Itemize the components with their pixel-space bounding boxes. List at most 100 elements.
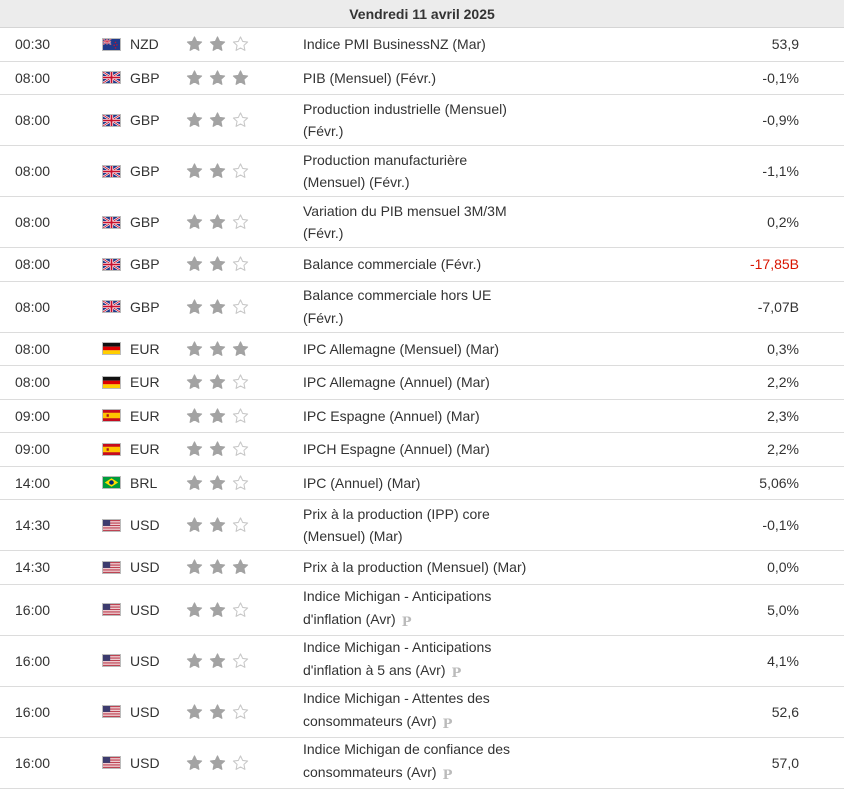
actual-value: 0,2% bbox=[767, 214, 799, 230]
event-name-text: Production industrielle (Mensuel) bbox=[303, 100, 507, 117]
flag-us-icon bbox=[102, 705, 121, 718]
event-name-line: IPC (Annuel) (Mar) bbox=[303, 472, 543, 495]
star-empty-icon bbox=[231, 298, 250, 316]
importance-stars bbox=[185, 754, 250, 772]
star-filled-icon bbox=[185, 516, 204, 534]
event-time: 14:30 bbox=[15, 517, 51, 533]
star-filled-icon bbox=[185, 69, 204, 87]
star-empty-icon bbox=[231, 255, 250, 273]
event-name[interactable]: Indice PMI BusinessNZ (Mar) bbox=[303, 33, 543, 56]
table-row[interactable]: 14:00 BRL IPC (Annuel) (Mar) 5,06% bbox=[0, 467, 844, 500]
table-row[interactable]: 16:00 USD Indice Michigan de confiance des… bbox=[0, 738, 844, 789]
currency-code: EUR bbox=[130, 441, 160, 458]
flag-gb-icon bbox=[102, 257, 121, 271]
event-name-line: Production industrielle (Mensuel) bbox=[303, 98, 543, 121]
flag-gb-icon bbox=[102, 71, 121, 85]
event-time: 08:00 bbox=[15, 374, 51, 391]
event-name[interactable]: Prix à la production (Mensuel) (Mar) bbox=[303, 556, 543, 579]
event-name[interactable]: Indice Michigan de confiance des consomma… bbox=[303, 738, 543, 787]
star-empty-icon bbox=[231, 162, 250, 180]
importance-stars bbox=[185, 652, 250, 670]
event-name[interactable]: IPC Allemagne (Mensuel) (Mar) bbox=[303, 338, 543, 361]
table-row[interactable]: 08:00 GBP Production industrielle (Mensuel… bbox=[0, 95, 844, 146]
event-name-line: (Mensuel) (Mar) bbox=[303, 525, 543, 548]
event-name-text: IPC Allemagne (Annuel) (Mar) bbox=[303, 374, 490, 390]
event-name-line: Indice Michigan - Anticipations bbox=[303, 585, 543, 608]
event-name[interactable]: IPC Espagne (Annuel) (Mar) bbox=[303, 405, 543, 428]
event-list: 00:30 NZD Indice PMI BusinessNZ (Mar) 53,9 0… bbox=[0, 28, 844, 789]
event-name-line: consommateurs (Avr) P bbox=[303, 710, 543, 737]
importance-stars bbox=[185, 601, 250, 619]
actual-value: 0,0% bbox=[767, 559, 799, 576]
event-name-text: Indice Michigan - Attentes des bbox=[303, 690, 490, 706]
star-empty-icon bbox=[231, 754, 250, 772]
table-row[interactable]: 14:30 USD Prix à la production (Mensuel) (… bbox=[0, 551, 844, 585]
star-filled-icon bbox=[208, 440, 227, 458]
actual-value: -7,07B bbox=[757, 298, 799, 315]
event-name[interactable]: Indice Michigan - Anticipations d'inflati… bbox=[303, 585, 543, 634]
event-name-text: consommateurs (Avr) bbox=[303, 763, 437, 780]
event-name[interactable]: Balance commerciale hors UE (Févr.) bbox=[303, 284, 543, 329]
table-row[interactable]: 09:00 EUR IPCH Espagne (Annuel) (Mar) 2,2% bbox=[0, 433, 844, 467]
table-row[interactable]: 16:00 USD Indice Michigan - Anticipations d… bbox=[0, 636, 844, 687]
flag-es-icon bbox=[102, 442, 121, 456]
actual-value: -0,9% bbox=[762, 112, 799, 128]
event-name-text: (Mensuel) (Mar) bbox=[303, 528, 403, 544]
event-name[interactable]: Prix à la production (IPP) core (Mensuel)… bbox=[303, 503, 543, 548]
star-filled-icon bbox=[208, 601, 227, 619]
event-name[interactable]: Variation du PIB mensuel 3M/3M (Févr.) bbox=[303, 200, 543, 245]
event-name-line: (Févr.) bbox=[303, 222, 543, 245]
star-filled-icon bbox=[208, 373, 227, 391]
preliminary-icon: P bbox=[451, 665, 462, 681]
flag-nz-icon bbox=[102, 37, 121, 51]
event-name[interactable]: Production manufacturière (Mensuel) (Févr… bbox=[303, 149, 543, 194]
event-time: 09:00 bbox=[15, 441, 51, 458]
event-time: 08:00 bbox=[15, 298, 51, 315]
event-name-text: (Mensuel) (Févr.) bbox=[303, 174, 410, 190]
importance-stars bbox=[185, 111, 250, 129]
star-filled-icon bbox=[208, 754, 227, 772]
table-row[interactable]: 08:00 EUR IPC Allemagne (Annuel) (Mar) 2,2% bbox=[0, 366, 844, 400]
star-empty-icon bbox=[231, 474, 250, 492]
event-name[interactable]: Indice Michigan - Attentes des consommate… bbox=[303, 687, 543, 736]
importance-stars bbox=[185, 255, 250, 273]
event-name-line: Prix à la production (IPP) core bbox=[303, 503, 543, 526]
star-filled-icon bbox=[231, 558, 250, 576]
event-name[interactable]: PIB (Mensuel) (Févr.) bbox=[303, 67, 543, 90]
event-name[interactable]: Production industrielle (Mensuel) (Févr.) bbox=[303, 98, 543, 143]
table-row[interactable]: 16:00 USD Indice Michigan - Anticipations d… bbox=[0, 585, 844, 636]
importance-stars bbox=[185, 35, 250, 53]
table-row[interactable]: 00:30 NZD Indice PMI BusinessNZ (Mar) 53,9 bbox=[0, 28, 844, 62]
event-name-line: IPC Allemagne (Annuel) (Mar) bbox=[303, 371, 543, 394]
table-row[interactable]: 08:00 GBP Variation du PIB mensuel 3M/3M (F… bbox=[0, 197, 844, 248]
actual-value: 53,9 bbox=[771, 36, 799, 53]
event-name[interactable]: IPC (Annuel) (Mar) bbox=[303, 472, 543, 495]
table-row[interactable]: 08:00 GBP PIB (Mensuel) (Févr.) -0,1% bbox=[0, 62, 844, 95]
flag-de-icon bbox=[102, 375, 121, 389]
event-name[interactable]: Indice Michigan - Anticipations d'inflati… bbox=[303, 636, 543, 685]
currency-code: USD bbox=[130, 601, 160, 618]
table-row[interactable]: 08:00 GBP Production manufacturière (Mensue… bbox=[0, 146, 844, 197]
star-filled-icon bbox=[208, 703, 227, 721]
table-row[interactable]: 09:00 EUR IPC Espagne (Annuel) (Mar) 2,3% bbox=[0, 400, 844, 433]
currency-code: EUR bbox=[130, 407, 160, 424]
event-time: 14:30 bbox=[15, 559, 51, 576]
currency-code: GBP bbox=[130, 214, 160, 230]
table-row[interactable]: 16:00 USD Indice Michigan - Attentes des co… bbox=[0, 687, 844, 738]
table-row[interactable]: 08:00 GBP Balance commerciale (Févr.) -17,8… bbox=[0, 248, 844, 282]
preliminary-icon: P bbox=[442, 767, 453, 783]
event-name[interactable]: Balance commerciale (Févr.) bbox=[303, 253, 543, 276]
actual-value: 52,6 bbox=[771, 703, 799, 720]
table-row[interactable]: 08:00 GBP Balance commerciale hors UE (Févr… bbox=[0, 282, 844, 333]
table-row[interactable]: 14:30 USD Prix à la production (IPP) core (… bbox=[0, 500, 844, 551]
star-empty-icon bbox=[231, 652, 250, 670]
currency-code: USD bbox=[130, 703, 160, 720]
star-empty-icon bbox=[231, 111, 250, 129]
table-row[interactable]: 08:00 EUR IPC Allemagne (Mensuel) (Mar) 0,3… bbox=[0, 333, 844, 366]
currency-code: EUR bbox=[130, 374, 160, 391]
event-name-line: Indice PMI BusinessNZ (Mar) bbox=[303, 33, 543, 56]
event-time: 16:00 bbox=[15, 601, 51, 618]
event-name[interactable]: IPCH Espagne (Annuel) (Mar) bbox=[303, 438, 543, 461]
event-name-text: IPC Espagne (Annuel) (Mar) bbox=[303, 407, 480, 424]
event-name[interactable]: IPC Allemagne (Annuel) (Mar) bbox=[303, 371, 543, 394]
